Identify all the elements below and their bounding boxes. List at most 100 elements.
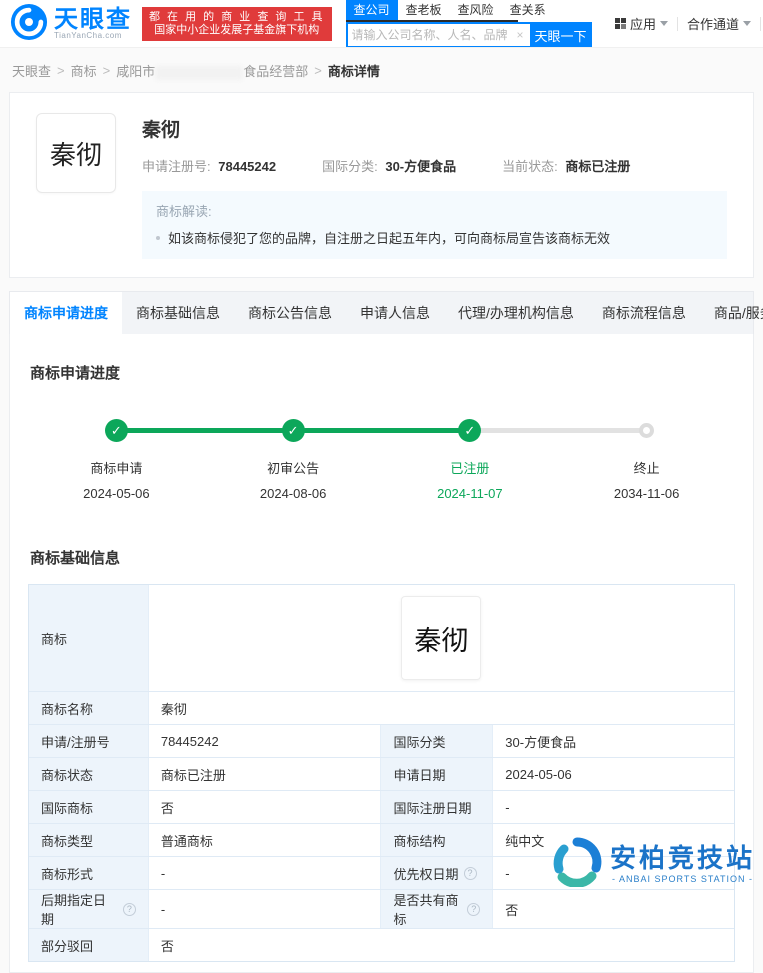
row-value: 秦彻 [160,701,187,717]
row-label: 后期指定日期 ? [29,890,149,928]
tab-goods-services[interactable]: 商品/服务项目 [700,292,763,334]
tianyancha-logo[interactable]: 天眼查 TianYanCha.com [10,3,132,44]
breadcrumb-trademark[interactable]: 商标 [71,61,97,80]
nav-apps-label: 应用 [630,17,657,32]
clear-search-icon[interactable]: × [511,28,530,42]
tab-application-progress[interactable]: 商标申请进度 [10,292,122,334]
timeline-step-termination: 终止 2034-11-06 [558,419,735,501]
breadcrumb-company-prefix: 咸阳市 [116,64,156,79]
row-value: 否 [160,938,174,954]
breadcrumb-separator: > [57,63,65,78]
help-question-icon[interactable]: ? [463,866,477,880]
timeline-step-registered: ✓ 已注册 2024-11-07 [382,419,559,501]
search-tab-boss[interactable]: 查老板 [398,0,450,20]
help-question-icon[interactable]: ? [122,902,136,916]
basic-info-section-title: 商标基础信息 [30,550,121,567]
apps-grid-icon [614,17,627,30]
row-label: 申请日期 [380,758,494,790]
table-row: 部分驳回 否 [29,928,734,961]
search-tab-relation[interactable]: 查关系 [502,0,554,20]
step-label: 商标申请 [90,461,143,476]
step-date: 2024-05-06 [83,486,150,501]
anbai-title: 安柏竞技站 [609,842,755,873]
nav-partner[interactable]: 合作通道 [678,14,760,33]
row-label: 商标结构 [380,824,494,856]
top-header: 天眼查 TianYanCha.com 都 在 用 的 商 业 查 询 工 具 国… [0,0,763,48]
row-label: 国际分类 [380,725,494,757]
chevron-down-icon [660,21,669,26]
search-input-wrap: × [345,22,530,47]
row-label: 国际商标 [29,791,149,823]
redacted-company-name [155,65,244,80]
trademark-image: 秦彻 [401,596,482,680]
search-tab-company[interactable]: 查公司 [345,0,398,20]
row-label: 申请/注册号 [29,725,149,757]
reg-no-value: 78445242 [218,159,277,174]
promo-badge: 都 在 用 的 商 业 查 询 工 具 国家中小企业发展子基金旗下机构 [142,6,332,41]
check-circle-icon: ✓ [458,419,482,442]
trademark-image-cell: 秦彻 [149,585,734,691]
top-nav: 应用 合作通道 企 [606,14,763,33]
row-value: 2024-05-06 [505,766,572,782]
breadcrumb: 天眼查 > 商标 > 咸阳市 食品经营部 > 商标详情 [0,48,763,92]
tab-process-info[interactable]: 商标流程信息 [588,292,700,334]
row-label: 商标 [29,585,149,691]
tab-agency-info[interactable]: 代理/办理机构信息 [444,292,588,334]
step-label: 初审公告 [267,461,320,476]
row-value: 商标已注册 [149,758,382,790]
chevron-down-icon [743,21,752,26]
application-timeline: ✓ 商标申请 2024-05-06 ✓ 初审公告 2024-08-06 ✓ 已注… [28,419,735,519]
row-label: 商标形式 [29,857,149,889]
current-status-label: 当前状态: [502,159,558,174]
step-label: 终止 [633,461,660,476]
anbai-swirl-icon [552,837,602,890]
anbai-watermark: 安柏竞技站 - ANBAI SPORTS STATION - [552,837,755,890]
promo-badge-line1: 都 在 用 的 商 业 查 询 工 具 [149,10,325,23]
tab-announcement-info[interactable]: 商标公告信息 [234,292,346,334]
breadcrumb-company-suffix: 食品经营部 [243,64,309,79]
row-value: - [149,890,382,928]
help-question-icon[interactable]: ? [467,902,481,916]
row-label-text: 是否共有商标 [393,893,459,927]
search-input[interactable] [347,28,511,42]
row-label-text: 优先权日期 [393,866,459,882]
step-date: 2024-11-07 [437,486,503,501]
search-button[interactable]: 天眼一下 [529,22,592,47]
breadcrumb-current: 商标详情 [327,64,380,79]
table-row: 国际商标 否 国际注册日期 - [29,790,734,823]
trademark-insight-box: 商标解读: 如该商标侵犯了您的品牌，自注册之日起五年内，可向商标局宣告该商标无效 [142,191,727,259]
row-value: 否 [149,791,382,823]
tab-applicant-info[interactable]: 申请人信息 [346,292,444,334]
row-label: 国际注册日期 [380,791,494,823]
logo-title: 天眼查 [54,5,132,33]
timeline-step-preliminary: ✓ 初审公告 2024-08-06 [205,419,382,501]
trademark-image: 秦彻 [36,113,116,193]
row-label: 是否共有商标 ? [380,890,494,928]
nav-apps[interactable]: 应用 [606,14,678,33]
step-date: 2034-11-06 [613,486,680,501]
step-label: 已注册 [450,461,490,476]
search-tab-risk[interactable]: 查风险 [450,0,502,20]
row-value: - [505,799,510,815]
breadcrumb-separator: > [314,63,322,78]
detail-tabs: 商标申请进度 商标基础信息 商标公告信息 申请人信息 代理/办理机构信息 商标流… [9,291,763,334]
breadcrumb-home[interactable]: 天眼查 [12,61,51,80]
table-row: 商标 秦彻 [29,585,734,691]
step-date: 2024-08-06 [259,486,327,501]
tab-basic-info[interactable]: 商标基础信息 [122,292,234,334]
table-row: 商标名称 秦彻 [29,691,734,724]
search-block: 查公司 查老板 查风险 查关系 × 天眼一下 [345,0,592,47]
breadcrumb-company[interactable]: 咸阳市 食品经营部 [116,61,308,80]
row-value: - [149,857,382,889]
trademark-title: 秦彻 [142,120,181,141]
nav-partner-label: 合作通道 [687,17,740,32]
row-value: 30-方便食品 [505,734,577,750]
row-label: 商标状态 [29,758,149,790]
row-value: 普通商标 [149,824,382,856]
row-label-text: 后期指定日期 [41,893,107,927]
insight-text: 如该商标侵犯了您的品牌，自注册之日起五年内，可向商标局宣告该商标无效 [168,231,611,246]
search-tabs: 查公司 查老板 查风险 查关系 [345,0,546,22]
progress-section-title: 商标申请进度 [30,365,121,382]
trademark-summary-card: 秦彻 秦彻 申请注册号: 78445242 国际分类: 30-方便食品 当前状态… [9,92,754,278]
intl-class-value: 30-方便食品 [385,159,457,174]
